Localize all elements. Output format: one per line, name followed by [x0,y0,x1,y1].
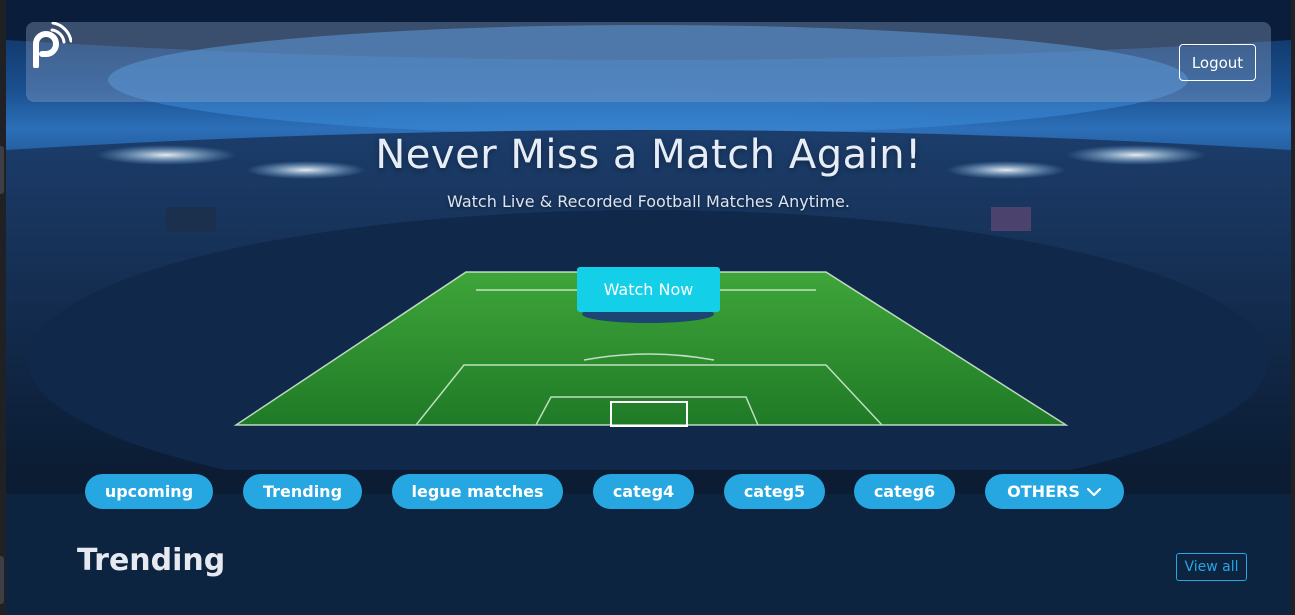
category-categ6[interactable]: categ6 [854,474,955,509]
hero-subtitle: Watch Live & Recorded Football Matches A… [447,192,850,211]
category-categ4[interactable]: categ4 [593,474,694,509]
window-edge-right [1291,0,1295,615]
scroll-handle[interactable] [0,146,4,194]
hero-banner: Never Miss a Match Again! Watch Live & R… [6,0,1291,494]
category-trending[interactable]: Trending [243,474,362,509]
scroll-handle[interactable] [0,556,4,604]
category-label: categ6 [873,482,936,501]
category-categ5[interactable]: categ5 [724,474,825,509]
category-others-dropdown[interactable]: OTHERS [985,474,1124,509]
category-label: categ5 [743,482,806,501]
category-label: categ4 [612,482,675,501]
category-upcoming[interactable]: upcoming [85,474,213,509]
category-legue-matches[interactable]: legue matches [392,474,563,509]
logout-button[interactable]: Logout [1179,44,1256,81]
category-label: legue matches [411,482,544,501]
category-label: upcoming [104,482,194,501]
section-title-trending: Trending [77,543,226,578]
page: Never Miss a Match Again! Watch Live & R… [6,0,1291,615]
chevron-down-icon [1086,487,1101,496]
podcast-p-logo-icon[interactable] [26,22,72,68]
hero-title: Never Miss a Match Again! [375,132,922,178]
category-label: Trending [262,482,343,501]
category-label: OTHERS [1007,482,1080,501]
watch-now-button[interactable]: Watch Now [577,267,720,312]
view-all-button[interactable]: View all [1176,553,1247,581]
top-navbar: Logout [26,22,1271,102]
